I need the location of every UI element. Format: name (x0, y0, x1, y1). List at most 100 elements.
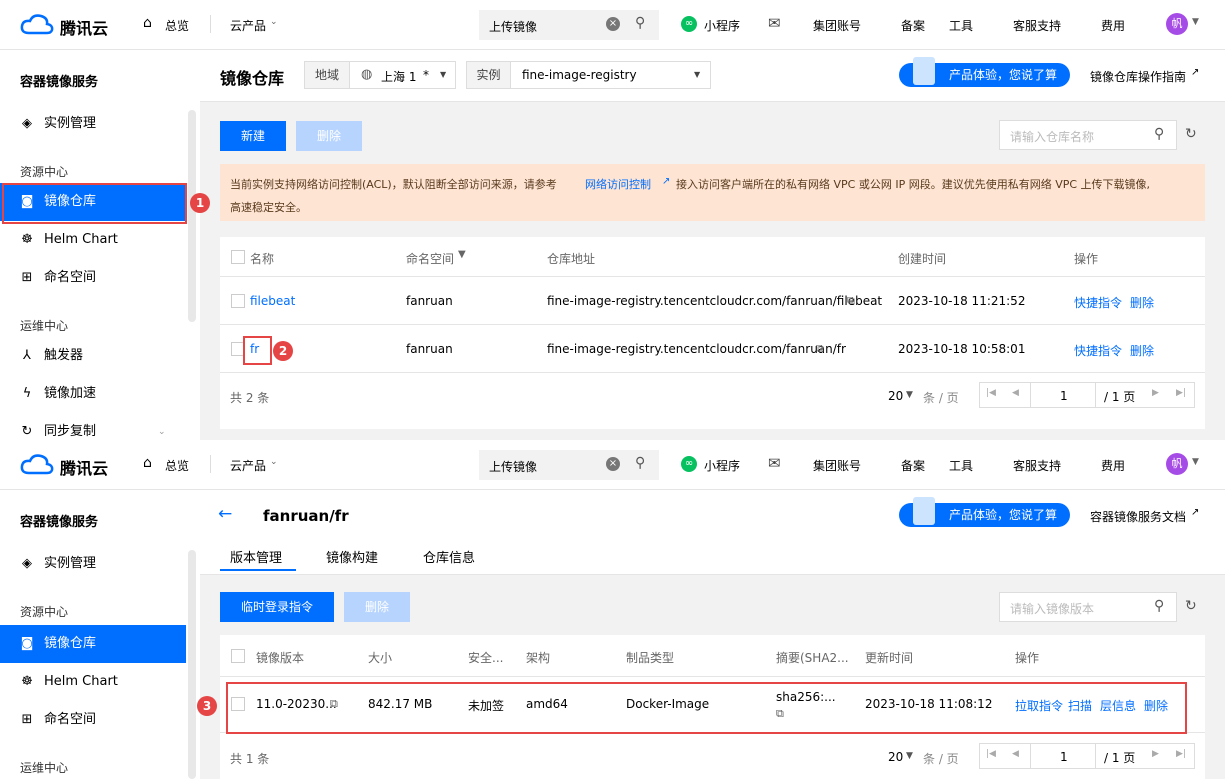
copy-icon[interactable]: ⧉ (816, 342, 824, 356)
select-all-checkbox[interactable] (231, 649, 245, 663)
refresh-icon[interactable]: ↻ (1185, 598, 1197, 614)
sidebar-item-accel[interactable]: ϟ 镜像加速 (0, 375, 186, 413)
back-arrow-icon[interactable]: ← (218, 504, 232, 524)
search-icon[interactable]: ⚲ (1154, 126, 1164, 142)
support-menu[interactable]: 客服支持 (1013, 457, 1061, 474)
tab-version[interactable]: 版本管理 (230, 547, 282, 566)
global-search[interactable]: 上传镜像 × ⚲ (479, 450, 659, 480)
sidebar-item-helm[interactable]: ☸ Helm Chart (0, 221, 186, 259)
record-link[interactable]: 备案 (901, 17, 925, 34)
tools-menu[interactable]: 工具 (949, 17, 973, 34)
clear-icon[interactable]: × (606, 457, 620, 471)
external-link-icon[interactable]: ↗ (662, 176, 670, 187)
brand-name[interactable]: 腾讯云 (60, 455, 108, 479)
tab-build[interactable]: 镜像构建 (326, 547, 378, 566)
guide-link[interactable]: 镜像仓库操作指南 (1090, 68, 1186, 85)
home-icon[interactable]: ⌂ (143, 455, 152, 471)
page-number-input[interactable]: 1 (1030, 382, 1096, 408)
billing-menu[interactable]: 费用 (1101, 457, 1125, 474)
tencent-cloud-logo-icon[interactable] (20, 13, 54, 35)
delete-link[interactable]: 删除 (1130, 294, 1154, 311)
tencent-cloud-logo-icon[interactable] (20, 453, 54, 475)
delete-button[interactable]: 删除 (296, 121, 362, 151)
column-header[interactable]: 命名空间 (406, 250, 454, 267)
repo-search[interactable]: 请输入仓库名称 ⚲ (999, 120, 1177, 150)
avatar[interactable]: 帆 (1166, 13, 1188, 35)
mini-program-icon[interactable]: ∞ (681, 16, 697, 32)
next-page-icon[interactable]: ▶ (1152, 388, 1159, 398)
external-link-icon[interactable]: ↗ (1191, 507, 1199, 518)
copy-icon[interactable]: ⧉ (847, 294, 855, 308)
feedback-promo[interactable]: 产品体验，您说了算 (899, 57, 1070, 87)
last-page-icon[interactable]: ▶| (1176, 388, 1186, 398)
mini-program-icon[interactable]: ∞ (681, 456, 697, 472)
global-search-input[interactable]: 上传镜像 (489, 18, 537, 35)
first-page-icon[interactable]: |◀ (986, 388, 996, 398)
sidebar-item-trigger[interactable]: ⅄ 触发器 (0, 337, 186, 375)
mini-program-link[interactable]: 小程序 (704, 17, 740, 34)
refresh-icon[interactable]: ↻ (1185, 126, 1197, 142)
search-icon[interactable]: ⚲ (635, 455, 645, 471)
billing-menu[interactable]: 费用 (1101, 17, 1125, 34)
sidebar-item-namespace[interactable]: ⊞ 命名空间 (0, 259, 186, 297)
tools-menu[interactable]: 工具 (949, 457, 973, 474)
overview-link[interactable]: 总览 (165, 17, 189, 34)
search-icon[interactable]: ⚲ (1154, 598, 1164, 614)
search-icon[interactable]: ⚲ (635, 15, 645, 31)
search-input[interactable]: 请输入仓库名称 (1010, 128, 1094, 145)
page-size-select[interactable]: 20 (888, 750, 903, 764)
chevron-down-icon[interactable]: ▼ (906, 390, 913, 400)
region-select[interactable]: 地域 ◍ 上海 1 * ▼ (304, 61, 456, 89)
version-search[interactable]: 请输入镜像版本 ⚲ (999, 592, 1177, 622)
external-link-icon[interactable]: ↗ (1191, 67, 1199, 78)
doc-link[interactable]: 容器镜像服务文档 (1090, 508, 1186, 525)
global-search[interactable]: 上传镜像 × ⚲ (479, 10, 659, 40)
sidebar-item-image-repo[interactable]: ◙ 镜像仓库 (0, 625, 186, 663)
record-link[interactable]: 备案 (901, 457, 925, 474)
products-menu[interactable]: 云产品 (230, 457, 266, 474)
sidebar-scrollbar[interactable] (188, 550, 196, 779)
new-button[interactable]: 新建 (220, 121, 286, 151)
delete-link[interactable]: 删除 (1130, 342, 1154, 359)
acl-link[interactable]: 网络访问控制 (585, 176, 651, 192)
prev-page-icon[interactable]: ◀ (1012, 749, 1019, 759)
chevron-down-icon[interactable]: ▼ (1192, 17, 1199, 27)
page-size-select[interactable]: 20 (888, 389, 903, 403)
brand-name[interactable]: 腾讯云 (60, 15, 108, 39)
mail-icon[interactable]: ✉ (768, 14, 781, 32)
first-page-icon[interactable]: |◀ (986, 749, 996, 759)
group-account-menu[interactable]: 集团账号 (813, 17, 861, 34)
sidebar-item-sync[interactable]: ↻ 同步复制 ⌄ (0, 413, 186, 440)
select-all-checkbox[interactable] (231, 250, 245, 264)
products-menu[interactable]: 云产品 (230, 17, 266, 34)
global-search-input[interactable]: 上传镜像 (489, 458, 537, 475)
mail-icon[interactable]: ✉ (768, 454, 781, 472)
feedback-promo[interactable]: 产品体验，您说了算 (899, 497, 1070, 527)
sidebar-scrollbar[interactable] (188, 110, 196, 322)
shortcut-link[interactable]: 快捷指令 (1074, 342, 1122, 359)
prev-page-icon[interactable]: ◀ (1012, 388, 1019, 398)
last-page-icon[interactable]: ▶| (1176, 749, 1186, 759)
shortcut-link[interactable]: 快捷指令 (1074, 294, 1122, 311)
next-page-icon[interactable]: ▶ (1152, 749, 1159, 759)
delete-button[interactable]: 删除 (344, 592, 410, 622)
sidebar-item-helm[interactable]: ☸ Helm Chart (0, 663, 186, 701)
support-menu[interactable]: 客服支持 (1013, 17, 1061, 34)
sidebar-item-instance[interactable]: ◈ 实例管理 (0, 545, 186, 583)
chevron-down-icon[interactable]: ▼ (906, 751, 913, 761)
row-checkbox[interactable] (231, 294, 245, 308)
repo-name-link[interactable]: filebeat (250, 294, 295, 308)
sidebar-item-namespace[interactable]: ⊞ 命名空间 (0, 701, 186, 739)
search-input[interactable]: 请输入镜像版本 (1010, 600, 1094, 617)
tab-info[interactable]: 仓库信息 (423, 547, 475, 566)
clear-icon[interactable]: × (606, 17, 620, 31)
group-account-menu[interactable]: 集团账号 (813, 457, 861, 474)
temp-login-button[interactable]: 临时登录指令 (220, 592, 334, 622)
page-number-input[interactable]: 1 (1030, 743, 1096, 769)
home-icon[interactable]: ⌂ (143, 15, 152, 31)
instance-select[interactable]: 实例 fine-image-registry ▼ (466, 61, 711, 89)
sidebar-item-instance[interactable]: ◈ 实例管理 (0, 105, 186, 143)
overview-link[interactable]: 总览 (165, 457, 189, 474)
avatar[interactable]: 帆 (1166, 453, 1188, 475)
filter-icon[interactable]: ▼ (458, 249, 466, 260)
